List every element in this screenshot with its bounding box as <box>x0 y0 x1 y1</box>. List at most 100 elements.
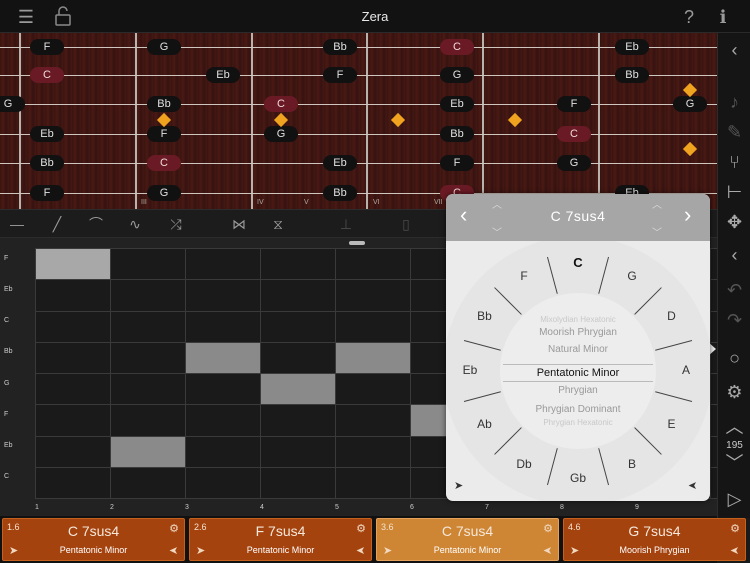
note-marker[interactable]: F <box>440 155 474 171</box>
bracket-icon[interactable]: ⊢ <box>718 180 750 204</box>
collapse-left-icon[interactable]: ‹ <box>718 38 750 62</box>
play-icon[interactable]: ▷ <box>718 487 750 511</box>
align-icon[interactable]: ⊥ <box>336 215 356 233</box>
chord-settings-gear-icon[interactable]: ⚙ <box>730 522 740 535</box>
pitch-segment[interactable]: C <box>566 255 590 270</box>
note-marker[interactable]: F <box>557 96 591 112</box>
chord-name: C 7sus4 <box>67 523 120 539</box>
note-marker[interactable]: Bb <box>323 185 357 201</box>
note-marker[interactable]: F <box>30 185 64 201</box>
pitch-segment[interactable]: Db <box>512 457 536 471</box>
note-marker[interactable]: F <box>323 67 357 83</box>
pitch-segment[interactable]: Eb <box>458 363 482 377</box>
settings-gear-icon[interactable]: ⚙ <box>718 380 750 404</box>
pitch-segment[interactable]: Gb <box>566 471 590 485</box>
scale-option[interactable]: Phrygian Dominant <box>446 404 710 415</box>
chord-play-icon[interactable]: ➤ <box>570 544 579 557</box>
down-icon-right[interactable]: ﹀ <box>652 224 662 239</box>
note-marker[interactable]: G <box>440 67 474 83</box>
chord-button[interactable]: 3.6 C 7sus4 Pentatonic Minor ⚙ ➤ ➤ <box>376 518 559 561</box>
note-marker[interactable]: F <box>30 39 64 55</box>
note-marker[interactable]: Eb <box>440 96 474 112</box>
note-marker[interactable]: Bb <box>615 67 649 83</box>
root-note-marker[interactable]: C <box>147 155 181 171</box>
chord-settings-gear-icon[interactable]: ⚙ <box>543 522 553 535</box>
move-icon[interactable]: ✥ <box>718 210 750 234</box>
flat-line-icon[interactable]: — <box>7 215 27 233</box>
note-icon[interactable]: ♪ <box>718 90 750 114</box>
back-icon[interactable]: ‹ <box>718 243 750 267</box>
chord-button[interactable]: 2.6 F 7sus4 Pentatonic Minor ⚙ ➤ ➤ <box>189 518 372 561</box>
chord-send-icon[interactable]: ➤ <box>169 544 178 557</box>
delete-icon[interactable]: ▯ <box>396 215 416 233</box>
scale-option[interactable]: Mixolydian Hexatonic <box>446 315 710 324</box>
scale-option[interactable]: Moorish Phrygian <box>446 327 710 338</box>
note-marker[interactable]: G <box>0 96 25 112</box>
note-marker[interactable]: F <box>147 126 181 142</box>
grid-line <box>710 248 711 498</box>
note-marker[interactable]: Bb <box>147 96 181 112</box>
wave-icon[interactable]: ∿ <box>125 215 145 233</box>
undo-icon[interactable]: ↶ <box>718 278 750 302</box>
note-marker[interactable]: G <box>264 126 298 142</box>
pitch-segment[interactable]: F <box>512 269 536 283</box>
mirror-vertical-icon[interactable]: ⧖ <box>268 215 288 233</box>
pitch-segment[interactable]: B <box>620 457 644 471</box>
selected-scale[interactable]: Pentatonic Minor <box>503 364 653 382</box>
record-icon[interactable]: ○ <box>718 346 750 370</box>
note-block[interactable] <box>111 436 185 467</box>
note-marker[interactable]: G <box>557 155 591 171</box>
chord-play-icon[interactable]: ➤ <box>196 544 205 557</box>
root-note-marker[interactable]: C <box>557 126 591 142</box>
mirror-horizontal-icon[interactable]: ⋈ <box>229 215 249 233</box>
resize-handle[interactable] <box>349 241 365 245</box>
chord-play-icon[interactable]: ➤ <box>9 544 18 557</box>
chord-settings-gear-icon[interactable]: ⚙ <box>169 522 179 535</box>
chord-send-icon[interactable]: ➤ <box>356 544 365 557</box>
tempo-up-icon[interactable]: ︿ <box>718 415 750 439</box>
send-left-icon[interactable]: ➤ <box>454 479 463 492</box>
scale-option[interactable]: Natural Minor <box>446 344 710 355</box>
note-marker[interactable]: Bb <box>30 155 64 171</box>
next-chord-icon[interactable]: › <box>684 202 691 228</box>
note-marker[interactable]: Eb <box>30 126 64 142</box>
chord-settings-gear-icon[interactable]: ⚙ <box>356 522 366 535</box>
note-marker[interactable]: G <box>147 185 181 201</box>
down-icon[interactable]: ﹀ <box>492 224 502 239</box>
note-block[interactable] <box>336 342 410 373</box>
note-marker[interactable]: G <box>673 96 707 112</box>
pitch-segment[interactable]: A <box>674 363 698 377</box>
help-icon[interactable]: ? <box>678 6 700 28</box>
note-marker[interactable]: Eb <box>615 39 649 55</box>
tempo-down-icon[interactable]: ﹀ <box>718 451 750 475</box>
chord-send-icon[interactable]: ➤ <box>543 544 552 557</box>
note-block[interactable] <box>36 249 110 280</box>
root-note-marker[interactable]: C <box>30 67 64 83</box>
root-note-marker[interactable]: C <box>440 39 474 55</box>
fretboard[interactable]: IIIIVVVIVIIVIIIFGBbCEbCEbFGBbGBbCEbFGEbF… <box>0 33 717 209</box>
info-icon[interactable]: ℹ <box>712 6 734 28</box>
note-marker[interactable]: Eb <box>206 67 240 83</box>
up-icon-right[interactable]: ︿ <box>652 196 662 211</box>
tuning-fork-icon[interactable]: ⑂ <box>718 150 750 174</box>
scale-option[interactable]: Phrygian <box>446 385 710 396</box>
scale-option[interactable]: Phrygian Hexatonic <box>446 418 710 427</box>
chord-send-icon[interactable]: ➤ <box>730 544 739 557</box>
send-right-icon[interactable]: ➤ <box>688 479 697 492</box>
shuffle-icon[interactable]: ⤮ <box>166 215 186 233</box>
note-block[interactable] <box>261 374 335 405</box>
diagonal-line-icon[interactable]: ╱ <box>47 215 67 233</box>
root-note-marker[interactable]: C <box>264 96 298 112</box>
note-marker[interactable]: Eb <box>323 155 357 171</box>
pen-icon[interactable]: ✎ <box>718 120 750 144</box>
note-block[interactable] <box>186 342 260 373</box>
pitch-segment[interactable]: G <box>620 269 644 283</box>
chord-button[interactable]: 1.6 C 7sus4 Pentatonic Minor ⚙ ➤ ➤ <box>2 518 185 561</box>
arc-icon[interactable]: ⌒ <box>86 215 106 233</box>
redo-icon[interactable]: ↷ <box>718 308 750 332</box>
note-marker[interactable]: G <box>147 39 181 55</box>
note-marker[interactable]: Bb <box>440 126 474 142</box>
note-marker[interactable]: Bb <box>323 39 357 55</box>
chord-button[interactable]: 4.6 G 7sus4 Moorish Phrygian ⚙ ➤ ➤ <box>563 518 746 561</box>
chord-play-icon[interactable]: ➤ <box>383 544 392 557</box>
